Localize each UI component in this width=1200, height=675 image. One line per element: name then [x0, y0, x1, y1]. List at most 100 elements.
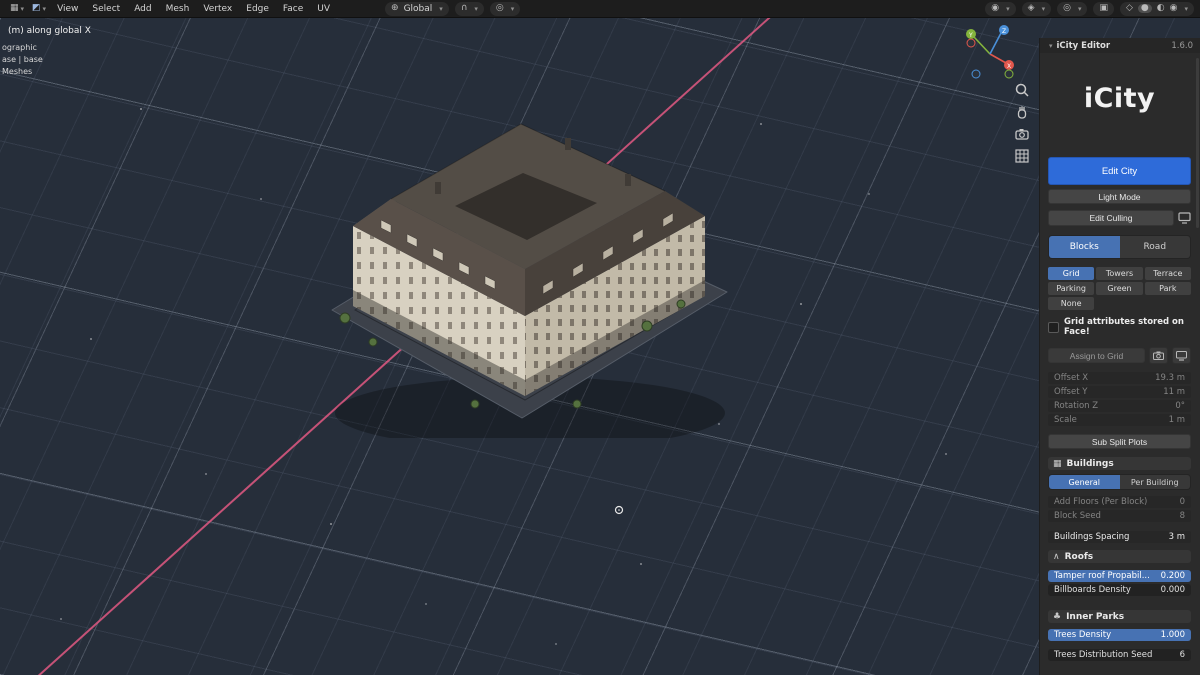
snapping-control[interactable]: ∩ ▾: [454, 1, 484, 16]
grid-attributes-checkbox-row: Grid attributes stored on Face!: [1048, 317, 1191, 337]
field-label: Offset Y: [1054, 387, 1088, 397]
chevron-down-icon: ▾: [42, 4, 47, 13]
inner-parks-section-header[interactable]: ♣ Inner Parks: [1048, 610, 1191, 623]
monitor-icon[interactable]: [1172, 347, 1191, 364]
transform-orientation-dropdown[interactable]: ⊕ Global ▾: [385, 1, 449, 16]
gizmo-z-neg[interactable]: [971, 69, 981, 79]
shading-solid-icon[interactable]: ●: [1137, 4, 1152, 13]
rotation-z-field[interactable]: Rotation Z 0°: [1048, 400, 1191, 412]
field-value: 6: [1179, 650, 1185, 660]
navigation-gizmo[interactable]: X Y Z: [960, 22, 1020, 82]
shading-rendered-icon[interactable]: ◉: [1170, 4, 1178, 13]
panel-header[interactable]: ▾ iCity Editor 1.6.0: [1040, 38, 1200, 53]
grid-type-park[interactable]: Park: [1144, 282, 1191, 295]
field-value: 0.000: [1160, 585, 1185, 595]
editor-type-button[interactable]: ▦ ▾: [6, 1, 28, 17]
field-label: Scale: [1054, 415, 1077, 425]
field-label: Offset X: [1054, 373, 1089, 383]
offset-y-field[interactable]: Offset Y 11 m: [1048, 386, 1191, 398]
collection-object-text: ase | base: [2, 55, 43, 64]
panel-title: iCity Editor: [1056, 40, 1111, 51]
grid-attributes-checkbox[interactable]: [1048, 321, 1059, 333]
mode-selector[interactable]: ◩ ▾: [28, 1, 50, 17]
menu-view[interactable]: View: [50, 1, 85, 17]
menu-edge[interactable]: Edge: [239, 1, 276, 17]
tab-road[interactable]: Road: [1119, 236, 1190, 258]
scale-field[interactable]: Scale 1 m: [1048, 414, 1191, 426]
grid-type-terrace[interactable]: Terrace: [1144, 267, 1191, 280]
blender-window: (m) along global X ographic ase | base M…: [0, 0, 1200, 675]
menu-vertex[interactable]: Vertex: [196, 1, 239, 17]
grid-type-grid[interactable]: Grid: [1048, 267, 1095, 280]
chevron-down-icon: ▾: [1006, 4, 1010, 13]
object-visibility-dropdown[interactable]: ◉ ▾: [985, 1, 1016, 16]
trees-density-slider[interactable]: Trees Density 1.000: [1048, 629, 1191, 641]
addon-version: 1.6.0: [1171, 40, 1193, 51]
buildings-spacing-field[interactable]: Buildings Spacing 3 m: [1048, 531, 1191, 543]
menu-mesh[interactable]: Mesh: [159, 1, 197, 17]
assign-to-grid-button[interactable]: Assign to Grid: [1048, 348, 1145, 363]
chevron-down-icon: ▾: [1184, 4, 1188, 13]
grid-type-parking[interactable]: Parking: [1048, 282, 1095, 295]
tab-blocks[interactable]: Blocks: [1049, 236, 1120, 258]
display-icon[interactable]: [1178, 212, 1191, 224]
light-mode-button[interactable]: Light Mode: [1048, 189, 1191, 204]
gizmo-z-label: Z: [1002, 28, 1006, 35]
add-floors-field[interactable]: Add Floors (Per Block) 0: [1048, 496, 1191, 508]
ortho-grid-icon[interactable]: [1014, 148, 1030, 164]
grid-type-towers[interactable]: Towers: [1096, 267, 1143, 280]
gizmo-x-neg[interactable]: [966, 38, 976, 48]
grid-type-green[interactable]: Green: [1096, 282, 1143, 295]
chevron-down-icon: ▾: [20, 4, 25, 13]
gizmo-y-neg[interactable]: [1004, 69, 1014, 79]
tree-icon: ♣: [1053, 611, 1062, 622]
field-value: 11 m: [1163, 387, 1185, 397]
tab-general[interactable]: General: [1049, 475, 1120, 489]
trees-distribution-seed-field[interactable]: Trees Distribution Seed 6: [1048, 649, 1191, 661]
sub-split-plots-button[interactable]: Sub Split Plots: [1048, 434, 1191, 449]
view-name-text: ographic: [2, 43, 37, 52]
field-value: 19.3 m: [1155, 373, 1185, 383]
pan-hand-icon[interactable]: [1014, 104, 1030, 120]
collapse-chevron-icon[interactable]: ▾: [1049, 42, 1053, 50]
camera-view-icon[interactable]: [1014, 126, 1030, 142]
gizmos-dropdown[interactable]: ◈ ▾: [1021, 1, 1052, 16]
magnet-icon: ∩: [460, 3, 468, 13]
globe-icon: ⊕: [391, 3, 399, 13]
shading-material-icon[interactable]: ◐: [1157, 4, 1165, 13]
block-seed-field[interactable]: Block Seed 8: [1048, 510, 1191, 522]
viewport-info-overlay: ographic ase | base Meshes: [2, 42, 43, 78]
building-model[interactable]: [315, 78, 745, 438]
overlays-dropdown[interactable]: ◎ ▾: [1057, 1, 1088, 16]
buildings-section-header[interactable]: ▦ Buildings: [1048, 457, 1191, 470]
billboards-density-slider[interactable]: Billboards Density 0.000: [1048, 584, 1191, 596]
menu-face[interactable]: Face: [276, 1, 310, 17]
camera-icon[interactable]: [1149, 347, 1168, 364]
proportional-editing-control[interactable]: ◎ ▾: [489, 1, 521, 16]
blocks-road-tabs: Blocks Road: [1048, 235, 1191, 259]
grid-type-selector: Grid Towers Terrace Parking Green Park N…: [1048, 267, 1191, 310]
menu-uv[interactable]: UV: [310, 1, 337, 17]
transform-field-stack: Offset X 19.3 m Offset Y 11 m Rotation Z…: [1048, 372, 1191, 426]
xray-toggle[interactable]: ▣: [1093, 1, 1114, 16]
field-value: 0°: [1175, 401, 1185, 411]
field-label: Block Seed: [1054, 511, 1101, 521]
shading-wireframe-icon[interactable]: ◇: [1126, 4, 1133, 13]
zoom-icon[interactable]: [1014, 82, 1030, 98]
panel-scrollbar[interactable]: [1196, 58, 1199, 228]
tab-per-building[interactable]: Per Building: [1119, 475, 1190, 489]
grid-type-none[interactable]: None: [1048, 297, 1095, 310]
gizmo-y-label: Y: [968, 32, 973, 39]
offset-x-field[interactable]: Offset X 19.3 m: [1048, 372, 1191, 384]
menu-select[interactable]: Select: [85, 1, 127, 17]
roofs-section-header[interactable]: ∧ Roofs: [1048, 550, 1191, 563]
tamper-roof-probability-slider[interactable]: Tamper roof Propabil... 0.200: [1048, 570, 1191, 582]
edit-city-button[interactable]: Edit City: [1048, 157, 1191, 185]
field-value: 3 m: [1168, 532, 1185, 542]
mesh-label-text: Meshes: [2, 67, 33, 76]
field-value: 0.200: [1160, 571, 1185, 581]
edit-culling-button[interactable]: Edit Culling: [1048, 210, 1174, 226]
section-title: Inner Parks: [1066, 611, 1125, 622]
gizmo-icon: ◈: [1027, 3, 1035, 13]
menu-add[interactable]: Add: [127, 1, 158, 17]
